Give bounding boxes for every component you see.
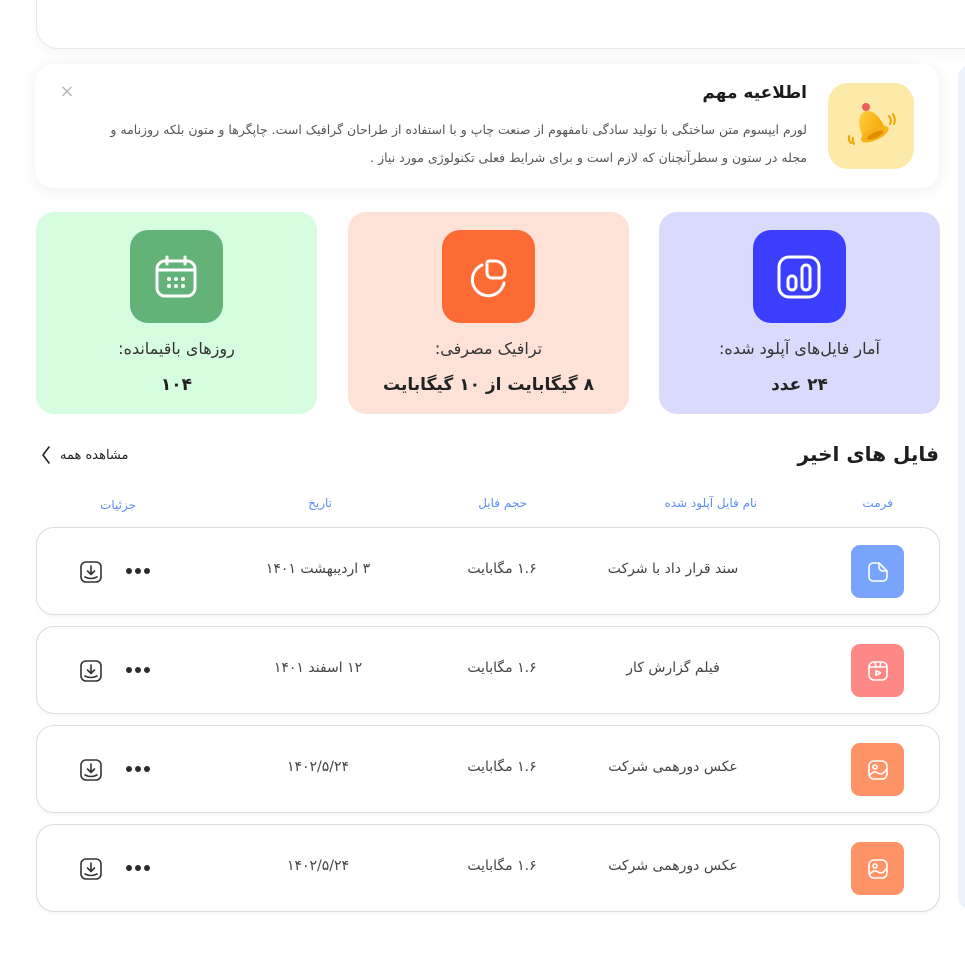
side-panel (958, 66, 965, 908)
document-icon (851, 545, 904, 598)
file-name: عکس دورهمی شرکت (608, 759, 738, 775)
download-icon[interactable] (79, 857, 103, 881)
column-header-size: حجم فایل (478, 496, 527, 510)
download-icon[interactable] (79, 560, 103, 584)
column-header-details: جزئیات (100, 498, 136, 512)
pie-chart-icon (441, 230, 535, 323)
file-date: ۱۲ اسفند ۱۴۰۱ (273, 660, 363, 676)
file-date: ۳ اردیبهشت ۱۴۰۱ (265, 561, 371, 577)
file-size: ۱.۶ مگابایت (467, 660, 537, 676)
stat-card-days: روزهای باقیمانده: ۱۰۴ (36, 212, 317, 414)
view-all-label: مشاهده همه (60, 447, 129, 463)
file-size: ۱.۶ مگابایت (467, 858, 537, 874)
stat-card-uploads: آمار فایل‌های آپلود شده: ۲۴ عدد (659, 212, 940, 414)
file-date: ۱۴۰۲/۵/۲۴ (286, 759, 350, 775)
stat-value: ۸ گیگابایت از ۱۰ گیگابایت (383, 375, 594, 395)
column-header-date: تاریخ (308, 496, 332, 510)
top-card (36, 0, 965, 49)
more-options-icon[interactable] (123, 858, 153, 878)
file-name: فیلم گزارش کار (626, 660, 720, 676)
video-icon (851, 644, 904, 697)
more-options-icon[interactable] (123, 660, 153, 680)
stat-label: روزهای باقیمانده: (118, 339, 235, 358)
bell-icon (828, 83, 914, 169)
image-icon (851, 842, 904, 895)
file-date: ۱۴۰۲/۵/۲۴ (286, 858, 350, 874)
section-title: فایل های اخیر (797, 442, 939, 466)
column-header-name: نام فایل آپلود شده (664, 496, 757, 510)
file-size: ۱.۶ مگابایت (467, 561, 537, 577)
notice-title: اطلاعیه مهم (702, 83, 807, 103)
download-icon[interactable] (79, 659, 103, 683)
image-icon (851, 743, 904, 796)
more-options-icon[interactable] (123, 759, 153, 779)
stat-label: ترافیک مصرفی: (434, 339, 543, 358)
file-name: عکس دورهمی شرکت (608, 858, 738, 874)
calendar-icon (129, 230, 223, 323)
stat-card-traffic: ترافیک مصرفی: ۸ گیگابایت از ۱۰ گیگابایت (348, 212, 629, 414)
file-row[interactable]: عکس دورهمی شرکت ۱.۶ مگابایت ۱۴۰۲/۵/۲۴ (36, 725, 940, 813)
download-icon[interactable] (79, 758, 103, 782)
notice-card: اطلاعیه مهم لورم ایپسوم متن ساختگی با تو… (35, 64, 939, 188)
view-all-link[interactable]: مشاهده همه (40, 445, 129, 465)
close-icon[interactable]: × (59, 83, 75, 101)
chevron-left-icon (42, 446, 50, 464)
file-row[interactable]: عکس دورهمی شرکت ۱.۶ مگابایت ۱۴۰۲/۵/۲۴ (36, 824, 940, 912)
file-row[interactable]: سند قرار داد با شرکت ۱.۶ مگابایت ۳ اردیب… (36, 527, 940, 615)
stat-label: آمار فایل‌های آپلود شده: (719, 339, 880, 358)
notice-body: لورم ایپسوم متن ساختگی با تولید سادگی نا… (110, 122, 807, 165)
file-size: ۱.۶ مگابایت (467, 759, 537, 775)
column-header-format: فرمت (862, 496, 893, 510)
file-row[interactable]: فیلم گزارش کار ۱.۶ مگابایت ۱۲ اسفند ۱۴۰۱ (36, 626, 940, 714)
stat-value: ۱۰۴ (160, 375, 193, 395)
more-options-icon[interactable] (123, 561, 153, 581)
file-name: سند قرار داد با شرکت (607, 561, 739, 577)
chart-icon (752, 230, 846, 323)
stat-value: ۲۴ عدد (771, 375, 828, 395)
